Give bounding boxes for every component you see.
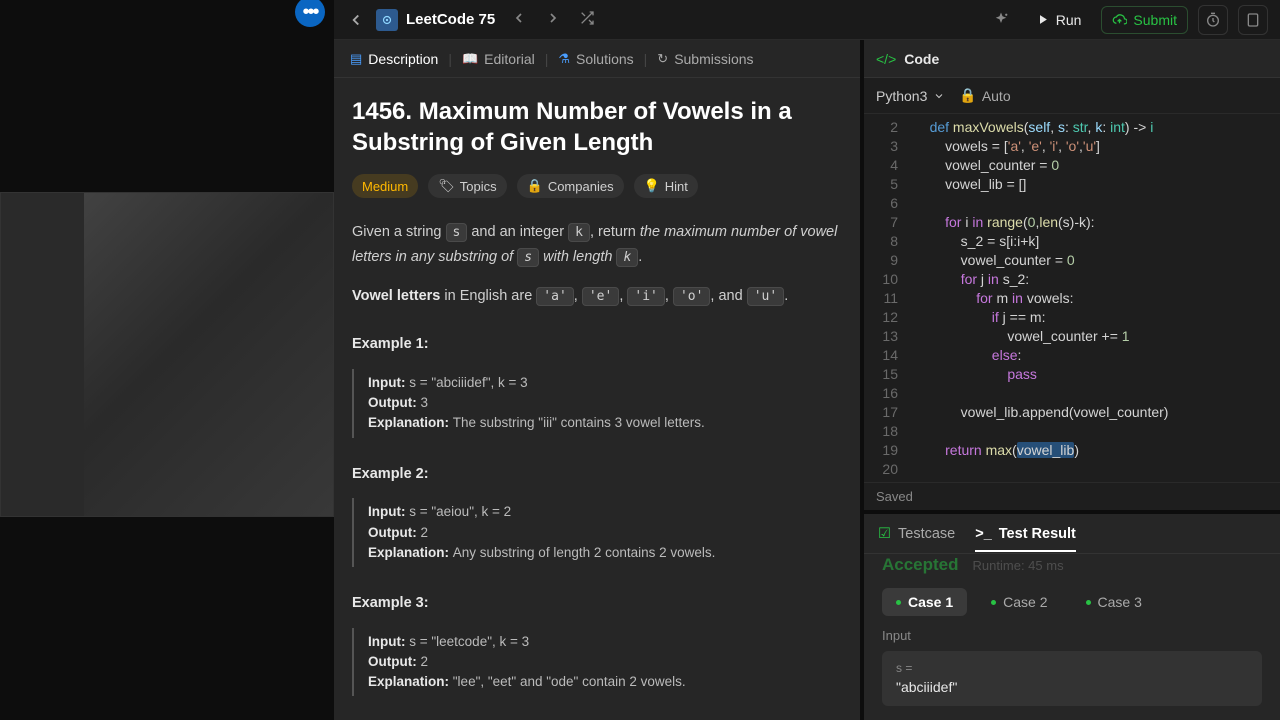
problem-statement: Given a string s and an integer k, retur…: [352, 220, 842, 720]
lock-icon: 🔒: [959, 87, 976, 104]
input-value-box[interactable]: s = "abciiidef": [882, 651, 1262, 706]
code-editor[interactable]: 234567891011121314151617181920 def maxVo…: [864, 114, 1280, 482]
book-icon: 📖: [462, 51, 478, 67]
timer-button[interactable]: [1198, 5, 1228, 35]
tab-description[interactable]: ▤Description: [342, 45, 446, 73]
plan-title: LeetCode 75: [406, 11, 495, 28]
case-tab-1[interactable]: Case 1: [882, 588, 967, 616]
back-logo[interactable]: [346, 10, 366, 30]
code-header: </> Code: [864, 40, 1280, 78]
hint-chip[interactable]: 💡Hint: [634, 174, 698, 198]
code-content: def maxVowels(self, s: str, k: int) -> i…: [908, 114, 1168, 482]
chevron-down-icon: [933, 90, 945, 102]
description-panel: ▤Description | 📖Editorial | ⚗Solutions |…: [334, 40, 864, 720]
main-area: LeetCode 75 Run Submit ▤Description: [334, 0, 1280, 720]
description-tabs: ▤Description | 📖Editorial | ⚗Solutions |…: [334, 40, 860, 78]
bulb-icon: 💡: [644, 178, 660, 194]
code-header-title: Code: [904, 51, 939, 67]
example-1: Example 1: Input: s = "abciiidef", k = 3…: [352, 332, 842, 437]
top-bar: LeetCode 75 Run Submit: [334, 0, 1280, 40]
status-dot: [896, 600, 901, 605]
flask-icon: ⚗: [558, 51, 570, 67]
tab-submissions[interactable]: ↻Submissions: [649, 45, 761, 73]
study-plan-badge[interactable]: LeetCode 75: [376, 9, 495, 31]
topics-chip[interactable]: 🏷Topics: [428, 174, 506, 198]
left-sidebar: •••: [0, 0, 334, 720]
example-2: Example 2: Input: s = "aeiou", k = 2 Out…: [352, 462, 842, 567]
language-selector[interactable]: Python3: [876, 88, 945, 104]
save-status: Saved: [864, 482, 1280, 510]
code-icon: </>: [876, 51, 896, 67]
code-toolbar: Python3 🔒 Auto: [864, 78, 1280, 114]
case-tab-2[interactable]: Case 2: [977, 588, 1061, 616]
input-s-value: "abciiidef": [896, 679, 957, 695]
submit-button[interactable]: Submit: [1101, 6, 1188, 34]
result-runtime: Runtime: 45 ms: [973, 558, 1064, 573]
next-problem-button[interactable]: [545, 10, 561, 29]
case-tab-3[interactable]: Case 3: [1072, 588, 1156, 616]
example-3: Example 3: Input: s = "leetcode", k = 3 …: [352, 591, 842, 696]
tab-solutions[interactable]: ⚗Solutions: [550, 45, 641, 73]
run-button[interactable]: Run: [1025, 7, 1092, 33]
code-panel: </> Code Python3 🔒 Auto 2345678910111213…: [864, 40, 1280, 720]
play-icon: [1035, 12, 1050, 27]
notes-button[interactable]: [1238, 5, 1268, 35]
history-icon: ↻: [657, 51, 668, 67]
line-gutter: 234567891011121314151617181920: [864, 114, 908, 482]
submit-label: Submit: [1133, 12, 1177, 28]
plan-icon: [376, 9, 398, 31]
more-options-button[interactable]: •••: [295, 0, 325, 27]
input-heading: Input: [882, 628, 1262, 643]
autocomplete-toggle[interactable]: 🔒 Auto: [959, 87, 1010, 104]
run-label: Run: [1056, 12, 1082, 28]
test-panel: ☑Testcase >_Test Result Accepted Runtime…: [864, 510, 1280, 720]
problem-title: 1456. Maximum Number of Vowels in a Subs…: [352, 96, 842, 158]
shuffle-button[interactable]: [579, 10, 595, 29]
webcam-feed: [0, 192, 334, 517]
ai-assist-button[interactable]: [987, 6, 1015, 34]
status-dot: [991, 600, 996, 605]
terminal-icon: >_: [975, 526, 992, 542]
difficulty-chip[interactable]: Medium: [352, 174, 418, 198]
description-icon: ▤: [350, 51, 362, 67]
cloud-upload-icon: [1112, 12, 1127, 27]
check-icon: ☑: [878, 526, 891, 542]
tab-testcase[interactable]: ☑Testcase: [878, 526, 955, 542]
companies-chip[interactable]: 🔒Companies: [517, 174, 624, 198]
tab-editorial[interactable]: 📖Editorial: [454, 45, 543, 73]
tag-icon: 🏷: [438, 178, 455, 194]
status-dot: [1086, 600, 1091, 605]
result-status: Accepted: [882, 555, 959, 575]
lock-icon: 🔒: [527, 178, 543, 194]
prev-problem-button[interactable]: [511, 10, 527, 29]
tab-test-result[interactable]: >_Test Result: [975, 526, 1076, 552]
